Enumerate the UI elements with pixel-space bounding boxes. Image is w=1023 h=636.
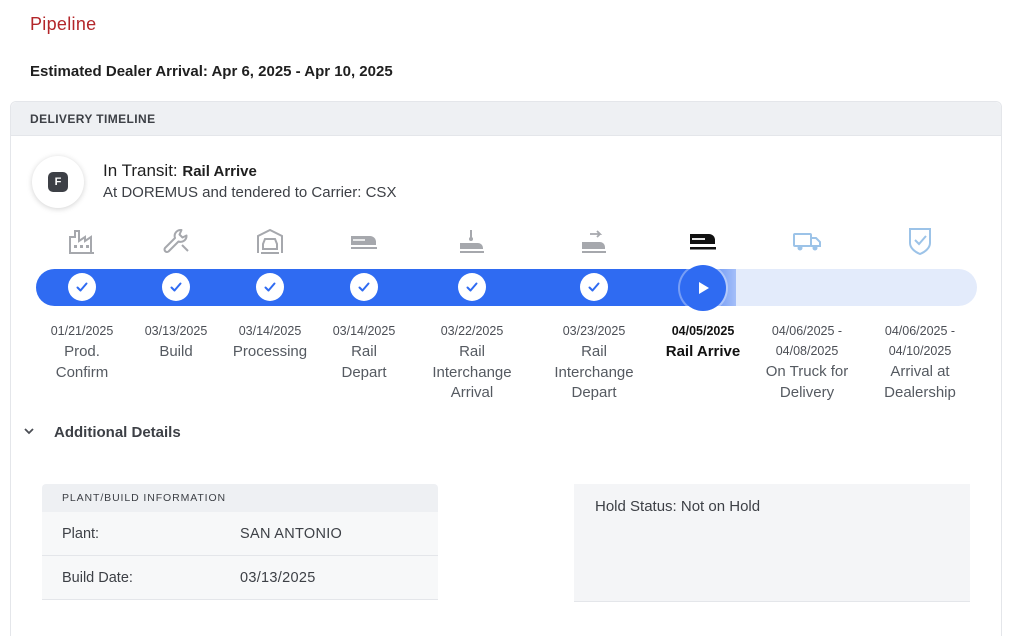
plant-build-header: PLANT/BUILD INFORMATION (42, 484, 438, 512)
step-label-line: Dealership (884, 383, 956, 401)
delivery-timeline-header: DELIVERY TIMELINE (11, 102, 1001, 136)
step-date-range: 04/06/2025 - 04/08/2025 (747, 321, 867, 361)
hold-status-panel: Hold Status: Not on Hold (574, 484, 970, 602)
rail-interchange-arrival-icon (454, 226, 490, 256)
rail-car-icon (346, 226, 382, 256)
step-label: Rail Interchange Depart (534, 342, 654, 404)
step-label-line: Rail (351, 343, 377, 360)
step-label-line: Depart (341, 363, 387, 381)
step-date-end: 04/10/2025 (888, 344, 952, 358)
factory-icon (64, 226, 100, 256)
play-icon (699, 282, 709, 294)
step-label-line: Interchange (432, 363, 512, 381)
build-date-value: 03/13/2025 (240, 569, 316, 586)
step-label-line: Rail (459, 343, 485, 360)
shield-check-icon (902, 226, 938, 256)
additional-details-label: Additional Details (54, 424, 181, 441)
step-label-line: Depart (571, 384, 617, 401)
step-label-line: Arrival at (890, 363, 950, 380)
step-label-line: Arrival (450, 384, 494, 401)
step-label-line: On Truck for (765, 363, 849, 380)
rail-interchange-depart-icon (576, 226, 612, 256)
status-badge: F (48, 172, 68, 192)
step-complete-marker (68, 273, 96, 301)
plant-value: SAN ANTONIO (240, 525, 343, 542)
step-complete-marker (350, 273, 378, 301)
step-date: 03/23/2025 (562, 324, 626, 338)
status-avatar: F (32, 156, 84, 208)
step-label-line: Delivery (779, 383, 835, 401)
step-label: Rail Interchange Arrival (412, 342, 532, 404)
status-stage: Rail Arrive (182, 163, 257, 180)
step-label-line: Confirm (55, 363, 109, 381)
hold-status-text: Hold Status: Not on Hold (595, 498, 761, 515)
status-description: At DOREMUS and tendered to Carrier: CSX (103, 184, 397, 201)
truck-icon (789, 226, 825, 256)
step-label-current: Rail Arrive (643, 342, 763, 363)
step-complete-marker (458, 273, 486, 301)
step-date: 03/14/2025 (332, 324, 396, 338)
estimated-arrival: Estimated Dealer Arrival: Apr 6, 2025 - … (30, 63, 393, 80)
additional-details-toggle[interactable]: Additional Details (23, 424, 181, 441)
status-title: In Transit: Rail Arrive (103, 161, 257, 181)
car-garage-icon (252, 226, 288, 256)
wrench-icon (158, 226, 194, 256)
step-label-line: Rail Arrive (665, 343, 741, 360)
plant-key: Plant: (62, 525, 100, 542)
page-title: Pipeline (30, 14, 97, 34)
step-complete-marker (162, 273, 190, 301)
status-prefix: In Transit: (103, 161, 178, 180)
progress-fill (36, 269, 736, 306)
table-row: Build Date: 03/13/2025 (42, 556, 438, 600)
step-date-end: 04/08/2025 (775, 344, 839, 358)
step-date: 03/22/2025 (440, 324, 504, 338)
chevron-down-icon (23, 426, 43, 439)
plant-build-panel: PLANT/BUILD INFORMATION Plant: SAN ANTON… (42, 484, 438, 600)
step-date-start: 04/06/2025 - (771, 324, 843, 338)
step-date-start: 04/06/2025 - (884, 324, 956, 338)
step-label-line: Interchange (554, 363, 634, 381)
step-complete-marker (580, 273, 608, 301)
step-complete-marker (256, 273, 284, 301)
delivery-timeline-card: DELIVERY TIMELINE F In Transit: Rail Arr… (10, 101, 1002, 636)
step-label: Rail Depart (304, 342, 424, 383)
build-date-key: Build Date: (62, 569, 133, 586)
step-date-current: 04/05/2025 (671, 324, 735, 338)
step-label-line: Rail (581, 343, 607, 360)
step-date-range: 04/06/2025 - 04/10/2025 (860, 321, 980, 361)
table-row: Plant: SAN ANTONIO (42, 512, 438, 556)
current-step-marker (680, 265, 726, 311)
step-label: On Truck for Delivery (747, 362, 867, 403)
rail-arrive-icon (685, 226, 721, 256)
step-label: Arrival at Dealership (860, 362, 980, 403)
